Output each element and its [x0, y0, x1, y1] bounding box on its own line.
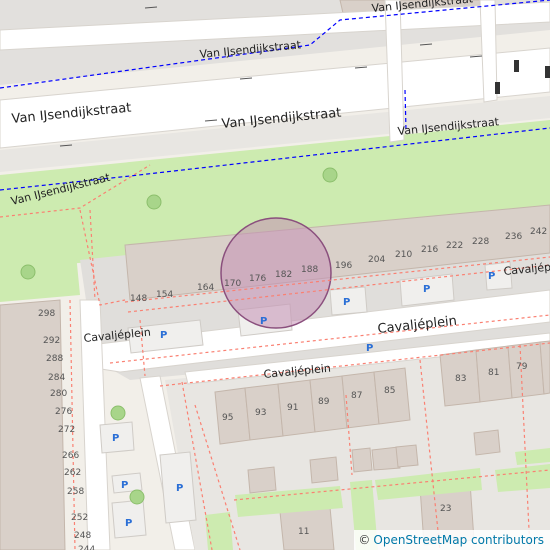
house-number: 79 — [516, 362, 528, 372]
house-number: 272 — [58, 425, 75, 435]
house-number: 292 — [43, 336, 60, 346]
attribution-link[interactable]: OpenStreetMap contributors — [373, 530, 544, 550]
house-number: 210 — [395, 250, 412, 260]
house-number: 244 — [78, 545, 95, 550]
house-number: 148 — [130, 294, 147, 304]
grass-left — [0, 212, 80, 302]
parking-icon: P — [125, 518, 132, 529]
house-number: 280 — [50, 389, 67, 399]
house-number: 228 — [472, 237, 489, 247]
map-attribution[interactable]: © OpenStreetMap contributors — [354, 530, 550, 550]
parking-icon: P — [176, 483, 183, 494]
parking-icon: P — [366, 343, 373, 354]
map-canvas[interactable]: Van IJsendijkstraat Van IJsendijkstraat … — [0, 0, 550, 550]
house-number: 252 — [71, 513, 88, 523]
house-number: 242 — [530, 227, 547, 237]
house-number: 276 — [55, 407, 72, 417]
house-number: 83 — [455, 374, 466, 384]
parking-icon: P — [423, 284, 430, 295]
parking-icon: P — [343, 297, 350, 308]
house-number: 91 — [287, 403, 298, 413]
house-number: 196 — [335, 261, 352, 271]
house-number: 262 — [64, 468, 81, 478]
house-number: 188 — [301, 265, 318, 275]
house-number: 204 — [368, 255, 385, 265]
house-number: 85 — [384, 386, 395, 396]
house-number: 170 — [224, 279, 241, 289]
house-number: 154 — [156, 290, 173, 300]
house-number: 284 — [48, 373, 65, 383]
house-number: 236 — [505, 232, 522, 242]
house-number: 266 — [62, 451, 79, 461]
house-number: 216 — [421, 245, 438, 255]
house-number: 182 — [275, 270, 292, 280]
house-number: 89 — [318, 397, 330, 407]
house-number: 258 — [67, 487, 84, 497]
copyright-symbol: © — [358, 533, 371, 547]
house-number: 11 — [298, 527, 309, 537]
house-number: 248 — [74, 531, 91, 541]
house-number: 288 — [46, 354, 63, 364]
house-number: 176 — [249, 274, 266, 284]
parking-icon: P — [160, 330, 167, 341]
house-number: 164 — [197, 283, 214, 293]
house-number: 93 — [255, 408, 266, 418]
house-number: 87 — [351, 391, 362, 401]
parking-icon: P — [488, 271, 495, 282]
house-number: 95 — [222, 413, 233, 423]
parking-icon: P — [112, 433, 119, 444]
parking-icon: P — [260, 316, 267, 327]
house-number: 81 — [488, 368, 499, 378]
parking-icon: P — [121, 480, 128, 491]
house-number: 298 — [38, 309, 55, 319]
house-number: 23 — [440, 504, 451, 514]
house-number: 222 — [446, 241, 463, 251]
